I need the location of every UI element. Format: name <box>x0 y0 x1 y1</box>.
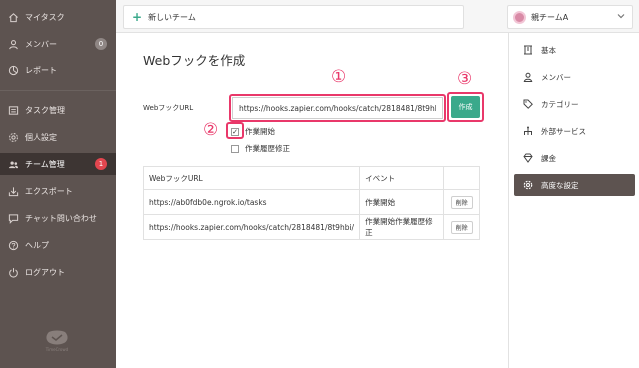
column-header-action <box>443 166 480 190</box>
settings-item-label: メンバー <box>541 72 571 82</box>
button-highlight <box>447 92 484 122</box>
sidebar-item-logout[interactable]: ログアウト <box>0 261 116 283</box>
webhook-event-cell: 作業開始作業履歴修正 <box>359 214 445 240</box>
settings-item-label: カテゴリー <box>541 99 579 109</box>
settings-item-advanced[interactable]: 高度な設定 <box>514 174 635 196</box>
help-icon <box>7 239 19 251</box>
diamond-icon <box>522 153 533 164</box>
webhooks-table: WebフックURL イベント https://ab0fdb0e.ngrok.io… <box>142 166 480 240</box>
settings-item-label: 外部サービス <box>541 126 586 136</box>
sidebar-item-label: ヘルプ <box>25 240 49 250</box>
history-edit-label: 作業履歴修正 <box>245 144 290 153</box>
sidebar-item-label: ログアウト <box>25 267 65 277</box>
plus-icon: + <box>132 10 143 24</box>
settings-item-label: 基本 <box>541 45 556 55</box>
user-icon <box>522 72 533 83</box>
new-team-label: 新しいチーム <box>148 12 196 22</box>
annotation-1: ① <box>331 67 347 87</box>
table-row: https://hooks.zapier.com/hooks/catch/281… <box>142 214 480 240</box>
sidebar-item-my-tasks[interactable]: マイタスク <box>0 6 116 28</box>
sidebar-item-label: タスク管理 <box>25 105 65 115</box>
sidebar-item-reports[interactable]: レポート <box>0 59 116 81</box>
sidebar-item-team-management[interactable]: チーム管理 1 <box>0 153 116 175</box>
team-name: 親チームA <box>531 12 569 22</box>
chat-icon <box>7 212 19 224</box>
top-bar: + 新しいチーム 親チームA <box>116 0 639 33</box>
team-icon <box>7 158 19 170</box>
power-icon <box>7 266 19 278</box>
sidebar-item-help[interactable]: ヘルプ <box>0 234 116 256</box>
action-cell: 削除 <box>443 214 480 240</box>
sidebar-item-label: メンバー <box>25 39 57 49</box>
webhook-url-cell: https://hooks.zapier.com/hooks/catch/281… <box>142 214 361 240</box>
export-icon <box>7 185 19 197</box>
action-cell: 削除 <box>443 189 480 215</box>
user-icon <box>7 38 19 50</box>
settings-item-label: 高度な設定 <box>541 180 579 190</box>
history-edit-checkbox[interactable] <box>231 144 239 153</box>
page-title: Webフックを作成 <box>143 53 246 68</box>
sidebar-item-members[interactable]: メンバー 0 <box>0 33 116 55</box>
members-count-badge: 0 <box>95 38 107 50</box>
webhook-event-cell: 作業開始 <box>359 189 445 215</box>
sidebar: マイタスク メンバー 0 レポート タスク管理 個人設定 チーム管理 1 エクス… <box>0 0 116 368</box>
chart-icon <box>7 64 19 76</box>
settings-nav: 基本 メンバー カテゴリー 外部サービス 課金 高度な設定 <box>508 33 639 368</box>
gear-icon <box>522 180 533 191</box>
settings-item-billing[interactable]: 課金 <box>514 147 635 169</box>
annotation-3: ③ <box>457 69 473 89</box>
sidebar-item-label: チーム管理 <box>25 159 65 169</box>
sidebar-item-label: マイタスク <box>25 12 65 22</box>
sidebar-item-personal-settings[interactable]: 個人設定 <box>0 126 116 148</box>
settings-item-label: 課金 <box>541 153 556 163</box>
new-team-button[interactable]: + 新しいチーム <box>123 5 464 29</box>
column-header-url: WebフックURL <box>142 166 361 190</box>
timecrowd-logo: TimeCrowd <box>42 330 72 352</box>
sidebar-item-label: レポート <box>25 65 57 75</box>
building-icon <box>522 45 533 56</box>
settings-item-categories[interactable]: カテゴリー <box>514 93 635 115</box>
settings-item-basic[interactable]: 基本 <box>514 39 635 61</box>
chevron-down-icon <box>617 13 625 21</box>
home-icon <box>7 11 19 23</box>
sidebar-item-label: 個人設定 <box>25 132 57 142</box>
sidebar-item-label: チャット問い合わせ <box>25 213 97 223</box>
work-start-label: 作業開始 <box>245 127 275 136</box>
svg-text:TimeCrowd: TimeCrowd <box>45 347 69 352</box>
webhook-url-cell: https://ab0fdb0e.ngrok.io/tasks <box>142 189 361 215</box>
network-icon <box>522 126 533 137</box>
event-option-history-edit[interactable]: 作業履歴修正 <box>231 143 290 154</box>
sidebar-item-task-management[interactable]: タスク管理 <box>0 99 116 121</box>
sidebar-divider <box>0 90 116 91</box>
sidebar-item-export[interactable]: エクスポート <box>0 180 116 202</box>
table-header-row: WebフックURL イベント <box>142 166 480 190</box>
settings-item-external-services[interactable]: 外部サービス <box>514 120 635 142</box>
column-header-event: イベント <box>359 166 445 190</box>
tag-icon <box>522 99 533 110</box>
team-notification-badge: 1 <box>95 158 107 170</box>
team-avatar <box>513 10 526 24</box>
input-highlight <box>229 94 446 122</box>
sidebar-item-chat-inquiry[interactable]: チャット問い合わせ <box>0 207 116 229</box>
sidebar-item-label: エクスポート <box>25 186 73 196</box>
tasks-icon <box>7 104 19 116</box>
team-selector[interactable]: 親チームA <box>507 5 633 29</box>
delete-button[interactable]: 削除 <box>450 220 473 234</box>
table-row: https://ab0fdb0e.ngrok.io/tasks 作業開始 削除 <box>142 189 480 215</box>
webhook-url-label: WebフックURL <box>143 104 194 112</box>
settings-item-members[interactable]: メンバー <box>514 66 635 88</box>
checkbox-highlight <box>226 122 244 139</box>
gear-icon <box>7 131 19 143</box>
delete-button[interactable]: 削除 <box>450 195 473 209</box>
annotation-2: ② <box>203 120 219 140</box>
